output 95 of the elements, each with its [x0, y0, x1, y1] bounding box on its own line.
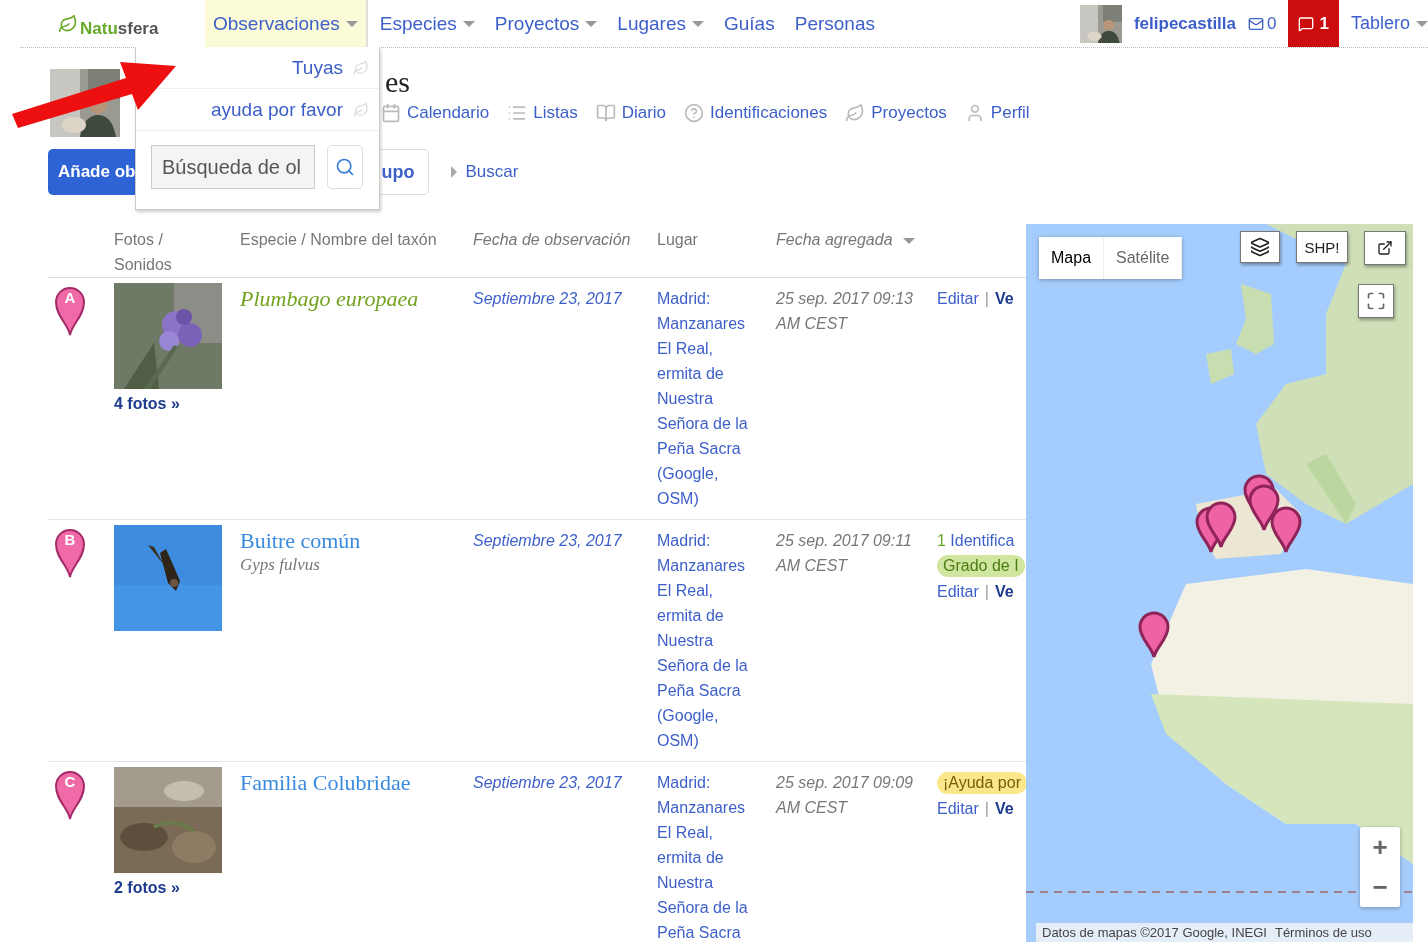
- layers-button[interactable]: [1240, 231, 1280, 263]
- profile-tab[interactable]: Proyectos: [845, 103, 947, 123]
- taxon-name-link[interactable]: Familia Colubridae: [240, 770, 411, 796]
- list-icon: [507, 103, 528, 123]
- mail-icon: [1248, 15, 1264, 32]
- separator: |: [984, 799, 989, 819]
- caret-icon: [692, 20, 704, 27]
- separator: |: [984, 582, 989, 602]
- group-button[interactable]: upo: [379, 149, 430, 195]
- caret-icon: [462, 20, 475, 27]
- leaf-icon: [353, 59, 369, 76]
- place-link[interactable]: Madrid: Manzanares El Real, ermita de Nuestra Señora de la Peña Sacra: [657, 528, 757, 703]
- calendar-icon: [381, 103, 401, 123]
- taxon-name-link[interactable]: Plumbago europaea: [240, 286, 419, 312]
- search-button[interactable]: [327, 145, 363, 189]
- edit-link[interactable]: Editar: [937, 579, 979, 604]
- shp-button[interactable]: SHP!: [1296, 231, 1348, 263]
- column-header: Lugar: [657, 230, 698, 250]
- comment-icon: [1298, 15, 1315, 32]
- marker-letter: A: [63, 288, 77, 308]
- profile-tab[interactable]: Calendario: [381, 103, 490, 123]
- search-field[interactable]: Búsqueda de ol: [151, 145, 315, 189]
- profile-tab[interactable]: Listas: [507, 103, 578, 123]
- terms-link[interactable]: Términos de uso: [1274, 925, 1372, 940]
- added-date: 25 sep. 2017 09:09 AM CEST: [776, 773, 914, 818]
- column-header: Fecha de observación: [473, 230, 631, 250]
- map-attribution: Datos de mapas ©2017 Google, INEGI: [1042, 925, 1267, 940]
- search-link[interactable]: Buscar: [451, 162, 519, 182]
- place-link[interactable]: Madrid: Manzanares El Real, ermita de Nuestra Señora de la Peña Sacra: [657, 286, 757, 461]
- nav-item[interactable]: Especies: [371, 0, 483, 47]
- map-links[interactable]: (Google, OSM): [657, 461, 757, 511]
- username-link[interactable]: felipecastilla: [1133, 13, 1236, 34]
- quality-badge: Grado de I: [937, 555, 1025, 577]
- view-link[interactable]: Ve: [994, 796, 1014, 821]
- separator: |: [984, 289, 989, 309]
- quality-badge: ¡Ayuda por: [937, 772, 1026, 794]
- messages-link[interactable]: 0: [1248, 13, 1277, 34]
- dashboard-link[interactable]: Tablero: [1350, 13, 1428, 34]
- column-header: Fotos / Sonidos: [114, 230, 173, 275]
- edit-link[interactable]: Editar: [937, 796, 979, 821]
- nav-item[interactable]: Lugares: [609, 0, 712, 47]
- help-icon: [684, 103, 705, 123]
- zoom-in-button[interactable]: +: [1360, 827, 1400, 867]
- column-header: Especie / Nombre del taxón: [240, 230, 437, 250]
- column-header[interactable]: Fecha agregada: [776, 227, 893, 252]
- place-link[interactable]: Madrid: Manzanares El Real, ermita de Nuestra Señora de la Peña Sacra: [657, 770, 757, 945]
- profile-tab[interactable]: Diario: [595, 103, 667, 123]
- taxon-name-link[interactable]: Buitre común: [240, 528, 361, 554]
- caret-icon: [345, 20, 358, 27]
- menu-item[interactable]: Tuyas: [291, 56, 343, 79]
- book-icon: [595, 103, 616, 123]
- leaf-icon: [845, 103, 866, 123]
- pin-icon: [54, 770, 86, 820]
- caret-icon: [451, 166, 458, 178]
- added-date: 25 sep. 2017 09:13 AM CEST: [776, 289, 914, 334]
- sort-caret-icon: [903, 237, 915, 244]
- profile-tab[interactable]: Perfil: [964, 103, 1030, 123]
- external-link-icon: [1377, 240, 1393, 256]
- layers-icon: [1250, 237, 1270, 257]
- nav-item[interactable]: Proyectos: [486, 0, 606, 47]
- marker-letter: C: [63, 772, 77, 792]
- map-links[interactable]: (Google, OSM): [657, 703, 757, 753]
- marker-letter: B: [63, 530, 77, 550]
- leaf-icon: [58, 13, 78, 34]
- search-icon: [335, 157, 355, 177]
- pin-icon: [54, 286, 86, 336]
- menu-item[interactable]: ayuda por favor: [210, 98, 343, 121]
- photo-count-link[interactable]: 4 fotos »: [114, 391, 180, 416]
- logo[interactable]: Natusfera: [80, 18, 159, 39]
- nav-item[interactable]: Personas: [786, 0, 883, 47]
- map-type-tab[interactable]: Satélite: [1104, 237, 1183, 279]
- pin-icon: [54, 528, 86, 578]
- nav-item[interactable]: Guías: [716, 0, 783, 47]
- leaf-icon: [353, 101, 369, 118]
- edit-link[interactable]: Editar: [937, 286, 979, 311]
- nav-item[interactable]: Observaciones: [205, 0, 368, 47]
- profile-tab[interactable]: Identificaciones: [684, 103, 828, 123]
- notifications-button[interactable]: 1: [1288, 0, 1339, 47]
- page-title: es: [385, 65, 411, 99]
- fullscreen-button[interactable]: [1358, 284, 1394, 318]
- added-date: 25 sep. 2017 09:11 AM CEST: [776, 531, 913, 576]
- zoom-out-button[interactable]: −: [1360, 867, 1400, 907]
- map-type-tab[interactable]: Mapa: [1039, 237, 1105, 279]
- caret-icon: [1416, 20, 1428, 27]
- observation-date[interactable]: Septiembre 23, 2017: [473, 770, 651, 795]
- view-link[interactable]: Ve: [994, 286, 1014, 311]
- view-link[interactable]: Ve: [994, 579, 1014, 604]
- scientific-name: Gyps fulvus: [240, 555, 321, 575]
- fullscreen-icon: [1366, 291, 1386, 311]
- caret-icon: [585, 20, 598, 27]
- identifications-link[interactable]: 1 Identifica: [937, 528, 1020, 553]
- photo-count-link[interactable]: 2 fotos »: [114, 875, 180, 900]
- observation-date[interactable]: Septiembre 23, 2017: [473, 528, 651, 553]
- observation-date[interactable]: Septiembre 23, 2017: [473, 286, 651, 311]
- external-link-button[interactable]: [1364, 231, 1406, 265]
